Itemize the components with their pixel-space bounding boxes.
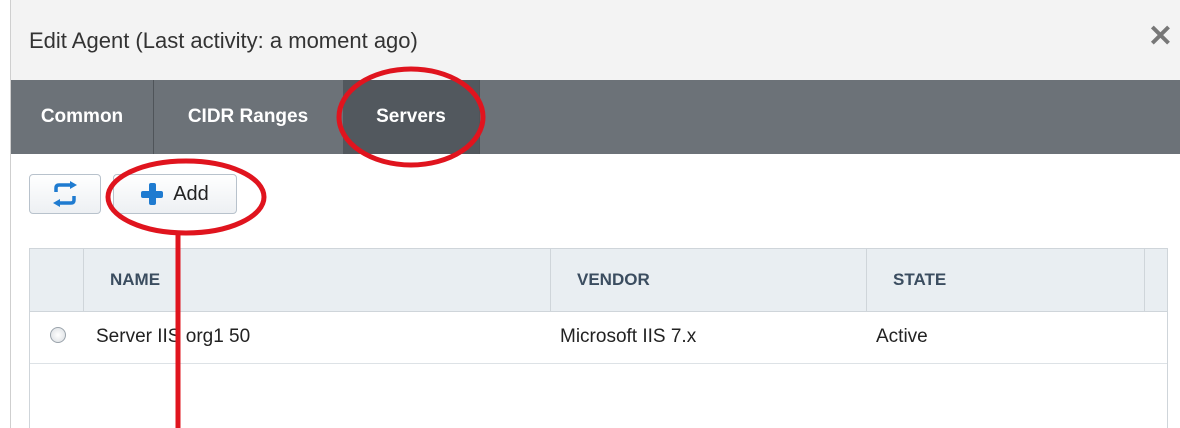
column-header-state[interactable]: STATE bbox=[866, 249, 1144, 311]
tab-cidr-ranges[interactable]: CIDR Ranges bbox=[153, 80, 344, 154]
server-vendor-cell: Microsoft IIS 7.x bbox=[560, 326, 697, 347]
servers-table: NAME VENDOR STATE Server IIS org1 50 Mic… bbox=[29, 248, 1168, 428]
tab-common[interactable]: Common bbox=[11, 80, 154, 154]
add-button[interactable]: Add bbox=[113, 174, 237, 214]
column-header-vendor[interactable]: VENDOR bbox=[550, 249, 866, 311]
tab-servers[interactable]: Servers bbox=[343, 80, 480, 154]
edit-agent-dialog: Edit Agent (Last activity: a moment ago)… bbox=[10, 0, 1180, 428]
plus-icon bbox=[141, 183, 164, 205]
tab-bar: Common CIDR Ranges Servers bbox=[11, 80, 1180, 154]
select-column-header bbox=[30, 249, 83, 311]
server-state-cell: Active bbox=[876, 326, 928, 347]
table-header: NAME VENDOR STATE bbox=[30, 249, 1167, 312]
column-header-name[interactable]: NAME bbox=[83, 249, 550, 311]
dialog-title: Edit Agent (Last activity: a moment ago) bbox=[29, 28, 418, 53]
table-row[interactable]: Server IIS org1 50 Microsoft IIS 7.x Act… bbox=[30, 311, 1167, 364]
column-header-spacer bbox=[1144, 249, 1168, 311]
close-icon[interactable]: ✕ bbox=[1148, 22, 1173, 52]
add-button-label: Add bbox=[173, 182, 209, 205]
refresh-icon bbox=[53, 181, 77, 207]
row-select-radio[interactable] bbox=[50, 327, 66, 343]
refresh-button[interactable] bbox=[29, 174, 101, 214]
server-name-cell: Server IIS org1 50 bbox=[96, 326, 251, 347]
